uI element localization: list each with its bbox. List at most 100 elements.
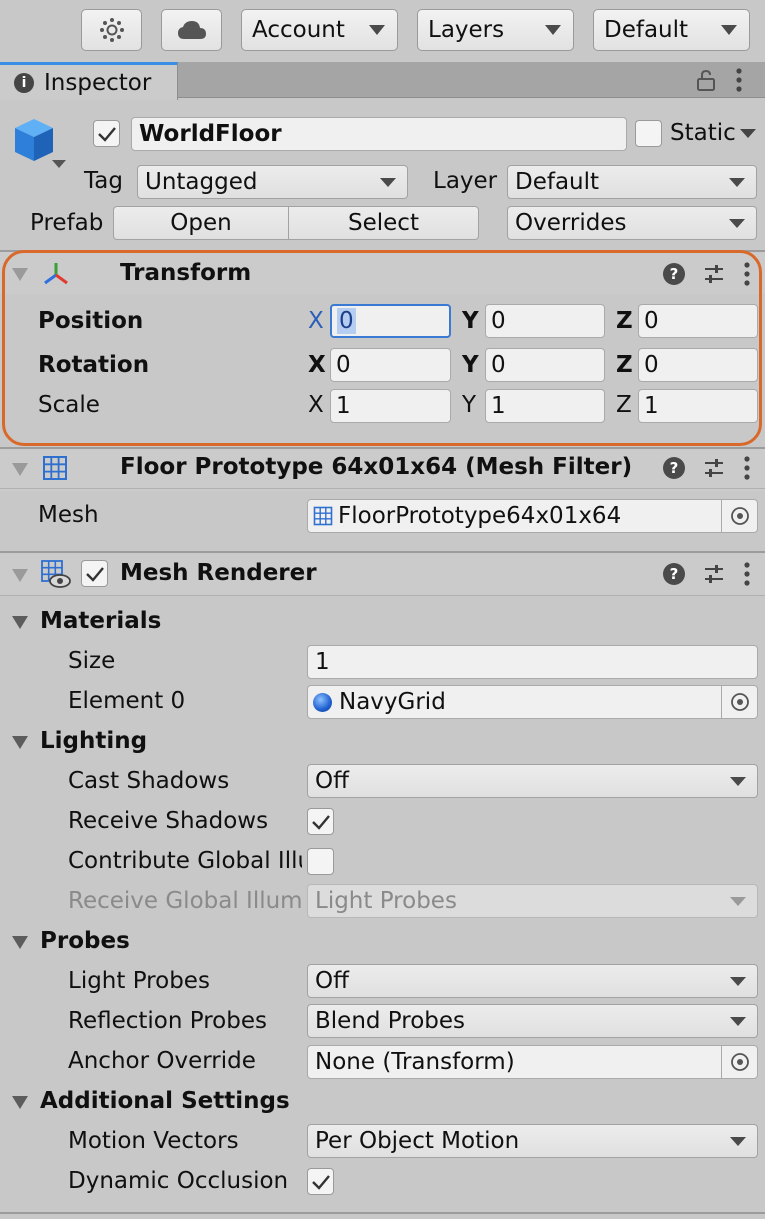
object-name-field[interactable]: WorldFloor: [131, 117, 627, 151]
scale-y-label[interactable]: Y: [462, 392, 476, 418]
checkmark-icon: [97, 126, 116, 142]
light-probes-dropdown[interactable]: Off: [307, 964, 758, 998]
reflection-probes-value: Blend Probes: [315, 1008, 466, 1034]
scale-z-field[interactable]: 1: [638, 389, 758, 423]
probes-foldout-icon[interactable]: [12, 936, 28, 949]
materials-size-field[interactable]: 1: [307, 645, 758, 679]
position-z-value: 0: [644, 308, 659, 334]
tab-inspector[interactable]: i Inspector: [0, 62, 178, 100]
scale-x-label[interactable]: X: [308, 392, 324, 418]
component-header-icons: ?: [663, 262, 751, 286]
object-picker-icon[interactable]: [721, 500, 757, 532]
rotation-label: Rotation: [38, 352, 150, 378]
rotation-y-label[interactable]: Y: [462, 352, 479, 378]
preset-sliders-icon[interactable]: [703, 457, 725, 479]
position-label: Position: [38, 308, 144, 334]
rotation-x-label[interactable]: X: [308, 352, 326, 378]
receive-shadows-checkbox[interactable]: [307, 808, 334, 835]
layout-dropdown[interactable]: Default: [593, 9, 750, 51]
cloud-button[interactable]: [161, 9, 222, 51]
more-menu-icon[interactable]: [743, 456, 751, 480]
layout-label: Default: [604, 17, 689, 43]
transform-header[interactable]: Transform ?: [0, 252, 765, 294]
tab-bar: i Inspector: [0, 62, 765, 100]
rotation-y-field[interactable]: 0: [485, 348, 605, 382]
position-z-label[interactable]: Z: [616, 308, 633, 334]
prefab-open-button[interactable]: Open: [113, 206, 289, 240]
chevron-down-icon: [730, 897, 746, 906]
layers-dropdown[interactable]: Layers: [417, 9, 574, 51]
scale-y-value: 1: [491, 393, 506, 419]
anchor-override-field[interactable]: None (Transform): [307, 1045, 758, 1079]
cast-shadows-dropdown[interactable]: Off: [307, 764, 758, 798]
position-z-field[interactable]: 0: [638, 304, 758, 338]
lock-icon[interactable]: [696, 69, 716, 91]
prefab-overrides-dropdown[interactable]: Overrides: [507, 206, 757, 240]
additional-settings-foldout-icon[interactable]: [12, 1096, 28, 1109]
prefab-overrides-label: Overrides: [515, 210, 627, 236]
chevron-down-icon[interactable]: [52, 160, 66, 168]
help-icon[interactable]: ?: [663, 457, 685, 479]
tag-dropdown[interactable]: Untagged: [137, 165, 408, 199]
mesh-renderer-header[interactable]: Mesh Renderer ?: [0, 553, 765, 595]
preset-sliders-icon[interactable]: [703, 563, 725, 585]
position-y-field[interactable]: 0: [485, 304, 605, 338]
tab-label: Inspector: [44, 69, 152, 96]
active-checkbox[interactable]: [93, 120, 120, 147]
rotation-z-label[interactable]: Z: [616, 352, 633, 378]
tag-value: Untagged: [145, 169, 258, 195]
element0-object-field[interactable]: NavyGrid: [307, 685, 758, 719]
help-icon[interactable]: ?: [663, 263, 685, 285]
layer-dropdown[interactable]: Default: [507, 165, 757, 199]
more-menu-icon[interactable]: [743, 562, 751, 586]
probes-header[interactable]: Probes: [40, 928, 130, 954]
mesh-filter-header[interactable]: Floor Prototype 64x01x64 (Mesh Filter) ?: [0, 449, 765, 491]
object-picker-icon[interactable]: [721, 686, 757, 718]
reflection-probes-dropdown[interactable]: Blend Probes: [307, 1004, 758, 1038]
mesh-grid-icon: [313, 506, 333, 526]
chevron-down-icon[interactable]: [740, 129, 756, 138]
editor-toolbar: Account Layers Default: [0, 0, 765, 62]
foldout-arrow-icon[interactable]: [12, 463, 28, 476]
checkmark-icon: [85, 566, 104, 582]
mesh-object-field[interactable]: FloorPrototype64x01x64: [307, 499, 758, 533]
contribute-gi-checkbox[interactable]: [307, 848, 334, 875]
position-x-field[interactable]: 0: [330, 304, 451, 338]
collab-button[interactable]: [81, 9, 142, 51]
position-x-label[interactable]: X: [308, 308, 324, 334]
scale-y-field[interactable]: 1: [485, 389, 605, 423]
object-name-value: WorldFloor: [139, 121, 282, 147]
account-dropdown[interactable]: Account: [241, 9, 398, 51]
component-header-icons: ?: [663, 456, 751, 480]
mesh-renderer-enabled-checkbox[interactable]: [81, 560, 108, 587]
more-menu-icon[interactable]: [743, 262, 751, 286]
scale-z-label[interactable]: Z: [616, 392, 632, 418]
tag-label: Tag: [84, 168, 123, 194]
element0-value: NavyGrid: [339, 689, 446, 715]
object-picker-icon[interactable]: [721, 1046, 757, 1078]
scale-x-field[interactable]: 1: [330, 389, 451, 423]
motion-vectors-dropdown[interactable]: Per Object Motion: [307, 1124, 758, 1158]
dynamic-occlusion-checkbox[interactable]: [307, 1168, 334, 1195]
prefab-select-button[interactable]: Select: [288, 206, 479, 240]
help-icon[interactable]: ?: [663, 563, 685, 585]
materials-header[interactable]: Materials: [40, 608, 161, 634]
layer-label: Layer: [433, 168, 498, 194]
foldout-arrow-icon[interactable]: [12, 569, 28, 582]
lighting-header[interactable]: Lighting: [40, 728, 147, 754]
foldout-arrow-icon[interactable]: [12, 268, 28, 281]
rotation-x-field[interactable]: 0: [330, 348, 451, 382]
chevron-down-icon: [729, 178, 745, 187]
preset-sliders-icon[interactable]: [703, 263, 725, 285]
materials-foldout-icon[interactable]: [12, 616, 28, 629]
mesh-grid-icon: [43, 456, 67, 480]
position-y-label[interactable]: Y: [462, 308, 479, 334]
static-checkbox[interactable]: [635, 120, 662, 147]
lighting-foldout-icon[interactable]: [12, 736, 28, 749]
position-y-value: 0: [491, 308, 506, 334]
rotation-z-value: 0: [644, 352, 659, 378]
mesh-label: Mesh: [38, 502, 99, 528]
additional-settings-header[interactable]: Additional Settings: [40, 1088, 290, 1114]
rotation-z-field[interactable]: 0: [638, 348, 758, 382]
more-menu-icon[interactable]: [735, 68, 743, 92]
